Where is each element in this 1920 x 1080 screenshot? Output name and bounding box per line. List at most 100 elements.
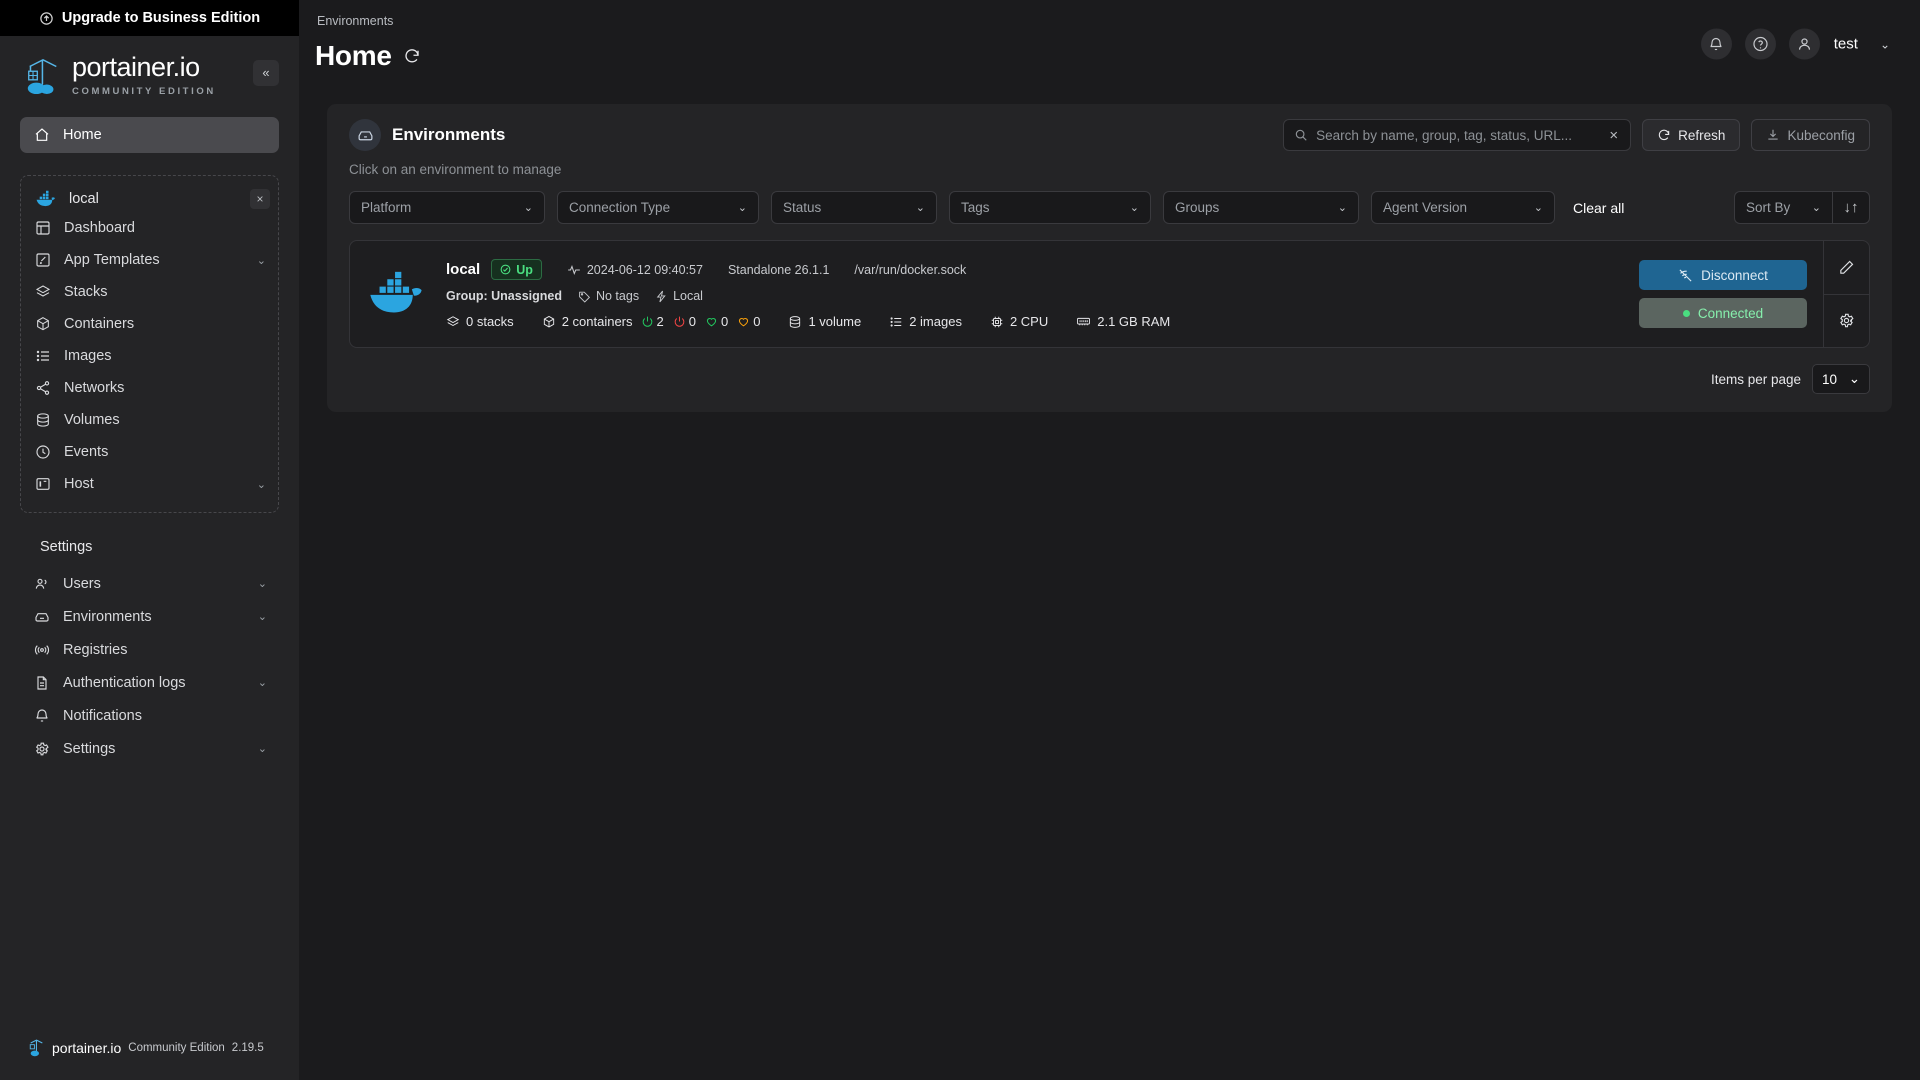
upgrade-arrow-icon (39, 11, 54, 26)
stat-cpu-value: 2 CPU (1009, 314, 1049, 329)
sidebar-item-host[interactable]: Host ⌄ (21, 468, 278, 500)
sidebar-item-dashboard[interactable]: Dashboard (21, 212, 278, 244)
sidebar-item-notifications[interactable]: Notifications (20, 699, 279, 732)
chevron-down-icon: ⌄ (737, 202, 747, 214)
disconnect-button[interactable]: Disconnect (1639, 260, 1807, 290)
sidebar-item-settings[interactable]: Settings ⌄ (20, 732, 279, 765)
sidebar-item-label: Host (64, 476, 94, 492)
sidebar-footer: portainer.io Community Edition 2.19.5 (0, 1038, 299, 1080)
sidebar-item-home[interactable]: Home (20, 117, 279, 153)
networks-icon (36, 381, 50, 395)
sidebar-environment-close-button[interactable]: × (250, 189, 270, 209)
search-clear-button[interactable]: × (1607, 127, 1620, 144)
sidebar-item-label: Containers (64, 316, 135, 332)
sidebar-item-label: Users (63, 575, 101, 592)
refresh-button[interactable]: Refresh (1642, 119, 1741, 151)
power-off-icon (674, 316, 685, 327)
sidebar-item-label: Events (64, 444, 109, 460)
users-icon (35, 578, 47, 589)
bolt-icon (656, 290, 666, 302)
heart-unhealthy-icon (739, 318, 749, 327)
connected-status-button[interactable]: Connected (1639, 298, 1807, 328)
filter-platform[interactable]: Platform ⌄ (349, 191, 545, 224)
user-avatar[interactable] (1788, 28, 1820, 60)
sort-by-select[interactable]: Sort By ⌄ (1734, 191, 1832, 224)
sidebar-item-stacks[interactable]: Stacks (21, 276, 278, 308)
connected-label: Connected (1697, 305, 1764, 321)
stacks-icon (446, 315, 460, 326)
sidebar-item-users[interactable]: Users ⌄ (20, 567, 279, 600)
refresh-label: Refresh (1678, 127, 1726, 143)
environment-card-local[interactable]: local Up 2024-06-12 09:40:57 Standalone … (349, 240, 1870, 348)
user-menu-chevron-down-icon[interactable]: ⌄ (1880, 37, 1890, 51)
images-icon (36, 350, 49, 362)
topbar-actions: test ⌄ (1700, 28, 1890, 60)
filter-platform-label: Platform (361, 200, 412, 215)
panel-title: Environments (392, 125, 506, 144)
sidebar-item-authentication-logs[interactable]: Authentication logs ⌄ (20, 666, 279, 699)
filter-status[interactable]: Status ⌄ (771, 191, 937, 224)
sidebar-item-events[interactable]: Events (21, 436, 278, 468)
clear-all-filters-button[interactable]: Clear all (1573, 200, 1624, 216)
power-on-icon (642, 316, 652, 327)
heart-healthy-icon (706, 318, 717, 327)
stat-healthy: 0 (705, 314, 728, 329)
items-per-page-value: 10 (1822, 371, 1838, 387)
filter-connection-type-label: Connection Type (569, 200, 671, 215)
filter-connection-type[interactable]: Connection Type ⌄ (557, 191, 759, 224)
kubeconfig-button[interactable]: Kubeconfig (1751, 119, 1870, 151)
sidebar-environment-section: local × Dashboard App Templates ⌄ Stacks… (20, 175, 279, 513)
sidebar-item-containers[interactable]: Containers (21, 308, 278, 340)
portainer-logo-icon (27, 58, 57, 94)
refresh-icon[interactable] (403, 47, 421, 65)
sidebar-item-registries[interactable]: Registries (20, 633, 279, 666)
docker-icon (36, 190, 55, 207)
search-box[interactable]: × (1283, 119, 1632, 151)
environment-settings-button[interactable] (1824, 293, 1869, 348)
notifications-bell-icon (36, 708, 48, 722)
heartbeat-icon (568, 264, 580, 275)
sidebar-item-app-templates[interactable]: App Templates ⌄ (21, 244, 278, 276)
help-button[interactable] (1744, 28, 1776, 60)
chevron-down-icon: ⌄ (256, 478, 266, 491)
items-per-page-label: Items per page (1710, 371, 1801, 387)
images-icon (890, 316, 902, 327)
kubeconfig-label: Kubeconfig (1787, 127, 1855, 143)
breadcrumb[interactable]: Environments (315, 14, 1892, 28)
user-name-label: test (1833, 35, 1858, 53)
help-circle-icon (1753, 36, 1768, 52)
sidebar-item-volumes[interactable]: Volumes (21, 404, 278, 436)
sidebar-collapse-button[interactable]: « (253, 59, 279, 86)
topbar: Environments Home test ⌄ (299, 0, 1920, 88)
sidebar-item-networks[interactable]: Networks (21, 372, 278, 404)
tag-icon (579, 291, 591, 303)
notifications-button[interactable] (1700, 28, 1732, 60)
filter-groups[interactable]: Groups ⌄ (1163, 191, 1359, 224)
filter-tags-label: Tags (961, 200, 990, 215)
sidebar-item-label: App Templates (64, 252, 160, 268)
logo-subtitle: COMMUNITY EDITION (72, 86, 216, 97)
sidebar-item-images[interactable]: Images (21, 340, 278, 372)
sidebar-item-label: Volumes (64, 412, 120, 428)
containers-icon (543, 315, 554, 327)
stat-images: 2 images (889, 314, 962, 329)
sidebar-active-environment[interactable]: local × (21, 186, 278, 212)
sidebar-item-environments[interactable]: Environments ⌄ (20, 600, 279, 633)
environments-icon (35, 612, 49, 622)
filter-tags[interactable]: Tags ⌄ (949, 191, 1151, 224)
environments-panel: Environments × Refresh (327, 104, 1892, 412)
sort-direction-button[interactable]: ↓↑ (1832, 191, 1870, 224)
pagination-controls: Items per page 10 ⌄ (327, 348, 1892, 412)
upgrade-to-business-edition-banner[interactable]: Upgrade to Business Edition (0, 0, 299, 36)
search-input[interactable] (1316, 127, 1600, 143)
sidebar-logo: portainer.io COMMUNITY EDITION « (0, 36, 299, 109)
filter-agent-version[interactable]: Agent Version ⌄ (1371, 191, 1555, 224)
items-per-page-select[interactable]: 10 ⌄ (1812, 364, 1870, 394)
edit-environment-button[interactable] (1824, 241, 1869, 294)
chevron-down-icon: ⌄ (257, 743, 267, 755)
wifi-off-icon (1679, 268, 1692, 282)
sidebar-environment-name: local (69, 191, 99, 207)
upgrade-label: Upgrade to Business Edition (61, 10, 261, 26)
sidebar-item-label: Stacks (64, 284, 108, 300)
chevron-down-icon: ⌄ (1533, 202, 1543, 214)
